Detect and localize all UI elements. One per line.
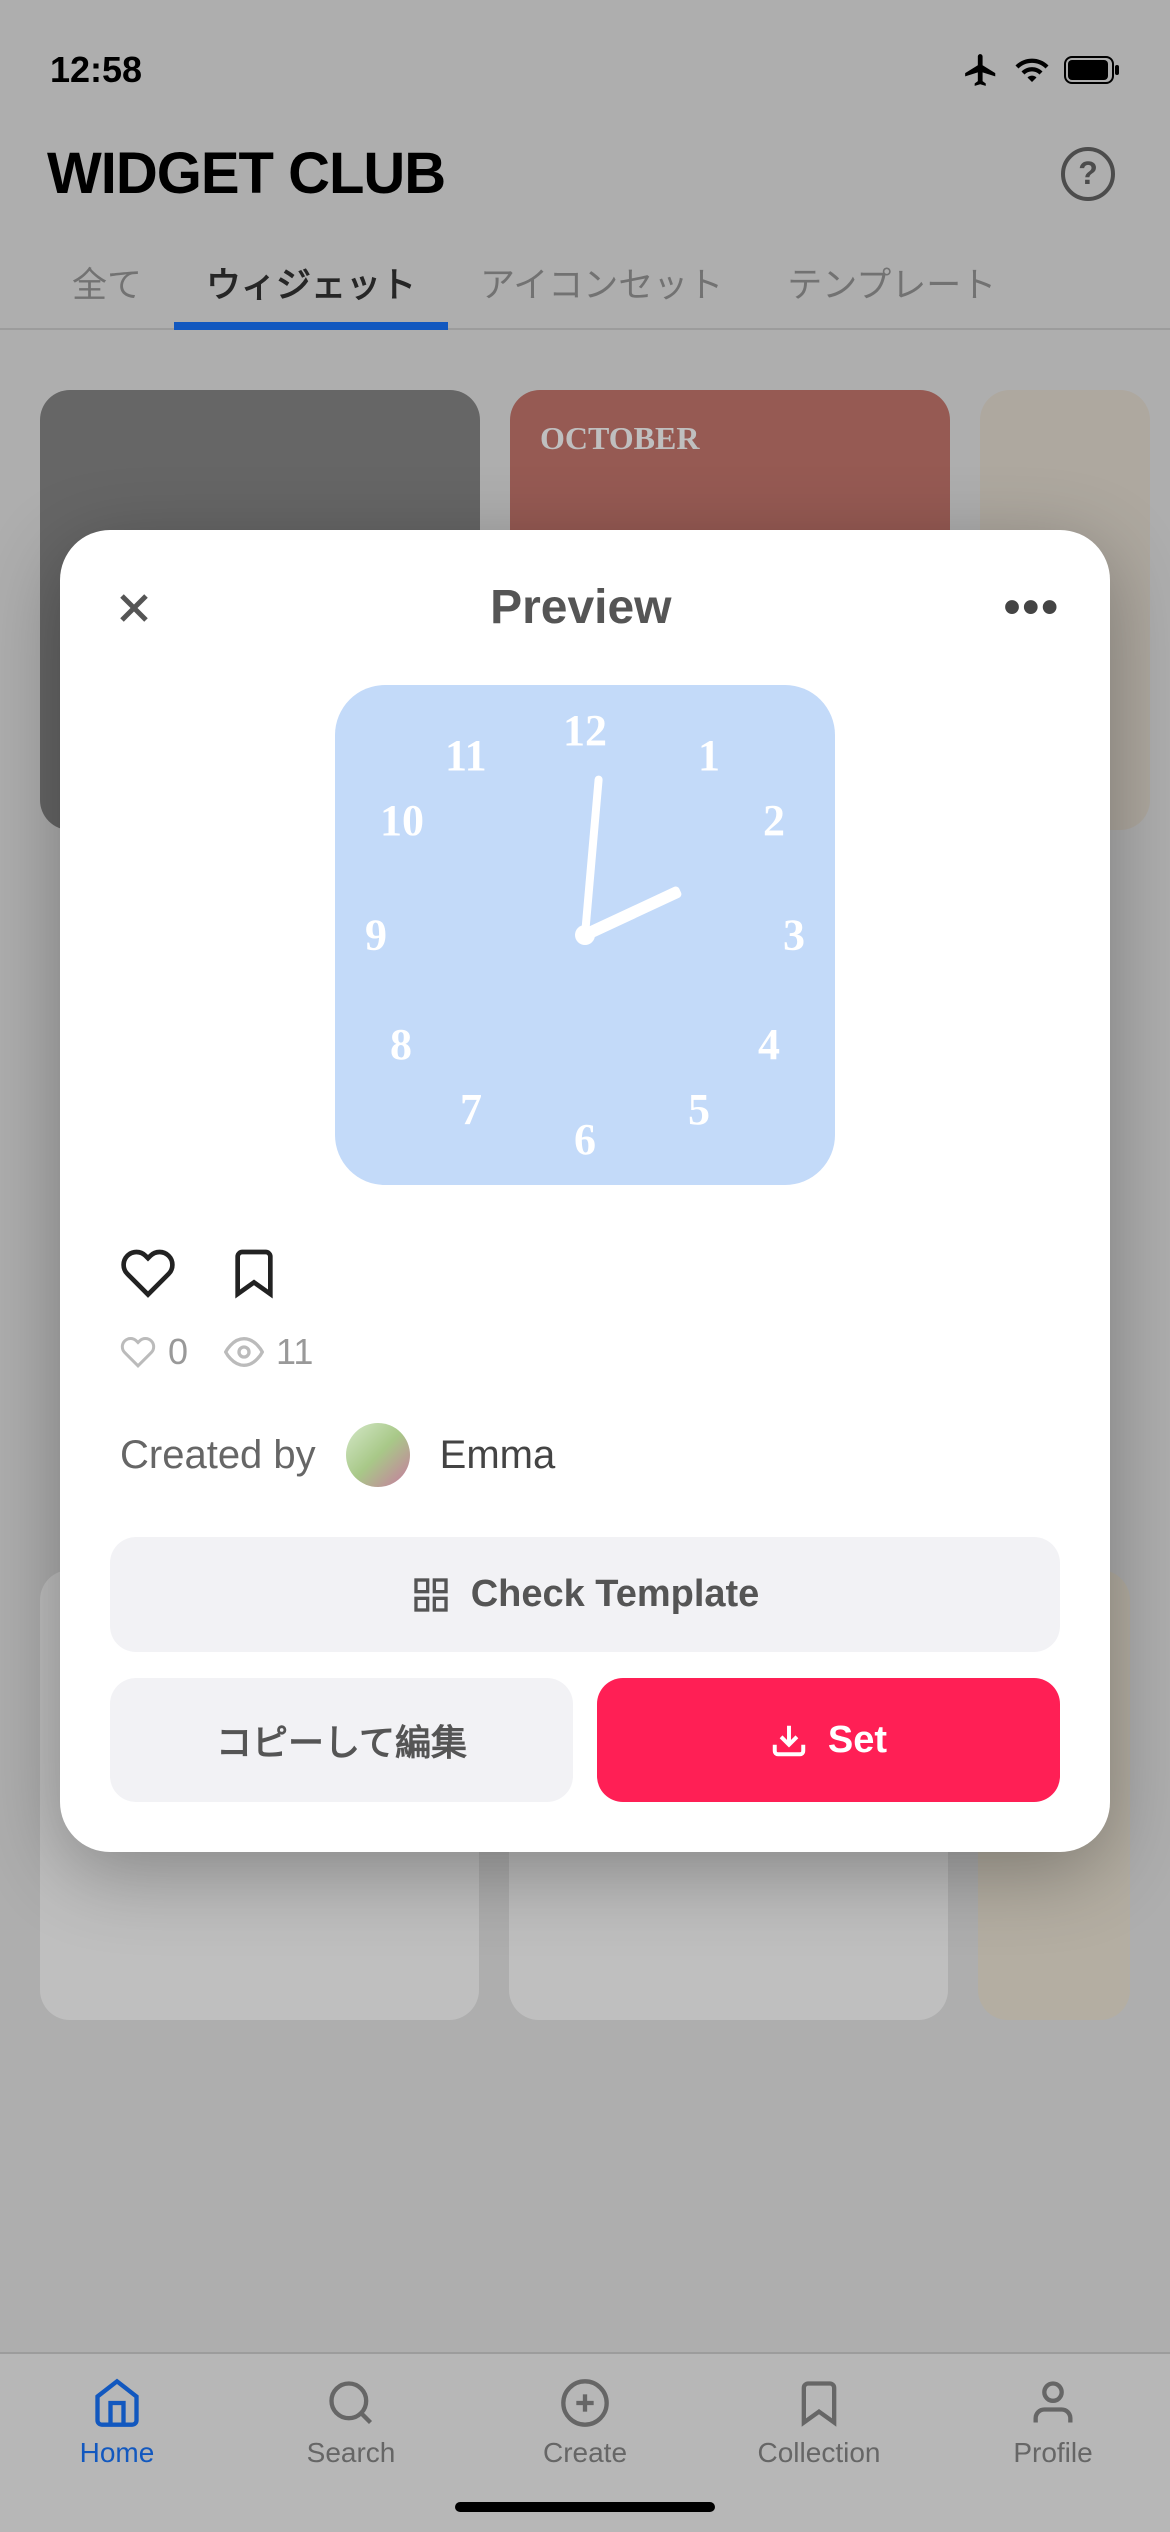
copy-edit-button[interactable]: コピーして編集 <box>110 1678 573 1802</box>
views-count: 11 <box>276 1331 313 1373</box>
modal-title: Preview <box>490 580 671 635</box>
check-template-label: Check Template <box>471 1573 760 1616</box>
home-indicator[interactable] <box>455 2502 715 2512</box>
download-icon <box>770 1721 808 1759</box>
modal-header: Preview ••• <box>110 580 1060 635</box>
preview-modal: Preview ••• 12 1 2 3 4 5 6 7 8 9 10 11 0… <box>60 530 1110 1852</box>
heart-icon[interactable] <box>120 1245 176 1301</box>
set-button[interactable]: Set <box>597 1678 1060 1802</box>
clock-minute-hand <box>581 775 603 935</box>
stats-row: 0 11 <box>110 1331 1060 1423</box>
clock-center <box>575 925 595 945</box>
creator-avatar[interactable] <box>346 1423 410 1487</box>
close-icon[interactable] <box>110 584 158 632</box>
action-row <box>110 1245 1060 1301</box>
button-row: コピーして編集 Set <box>110 1678 1060 1802</box>
set-label: Set <box>828 1719 887 1762</box>
eye-icon <box>224 1332 264 1372</box>
creator-row: Created by Emma <box>110 1423 1060 1537</box>
heart-small-icon <box>120 1334 156 1370</box>
likes-stat: 0 <box>120 1331 188 1373</box>
grid-icon <box>411 1575 451 1615</box>
created-by-label: Created by <box>120 1433 316 1478</box>
clock-widget: 12 1 2 3 4 5 6 7 8 9 10 11 <box>335 685 835 1185</box>
clock-hour-hand <box>582 885 682 940</box>
more-icon[interactable]: ••• <box>1004 580 1060 635</box>
check-template-button[interactable]: Check Template <box>110 1537 1060 1652</box>
bookmark-icon[interactable] <box>226 1245 282 1301</box>
copy-edit-label: コピーして編集 <box>216 1714 467 1766</box>
views-stat: 11 <box>224 1331 313 1373</box>
creator-name[interactable]: Emma <box>440 1433 556 1478</box>
likes-count: 0 <box>168 1331 188 1373</box>
